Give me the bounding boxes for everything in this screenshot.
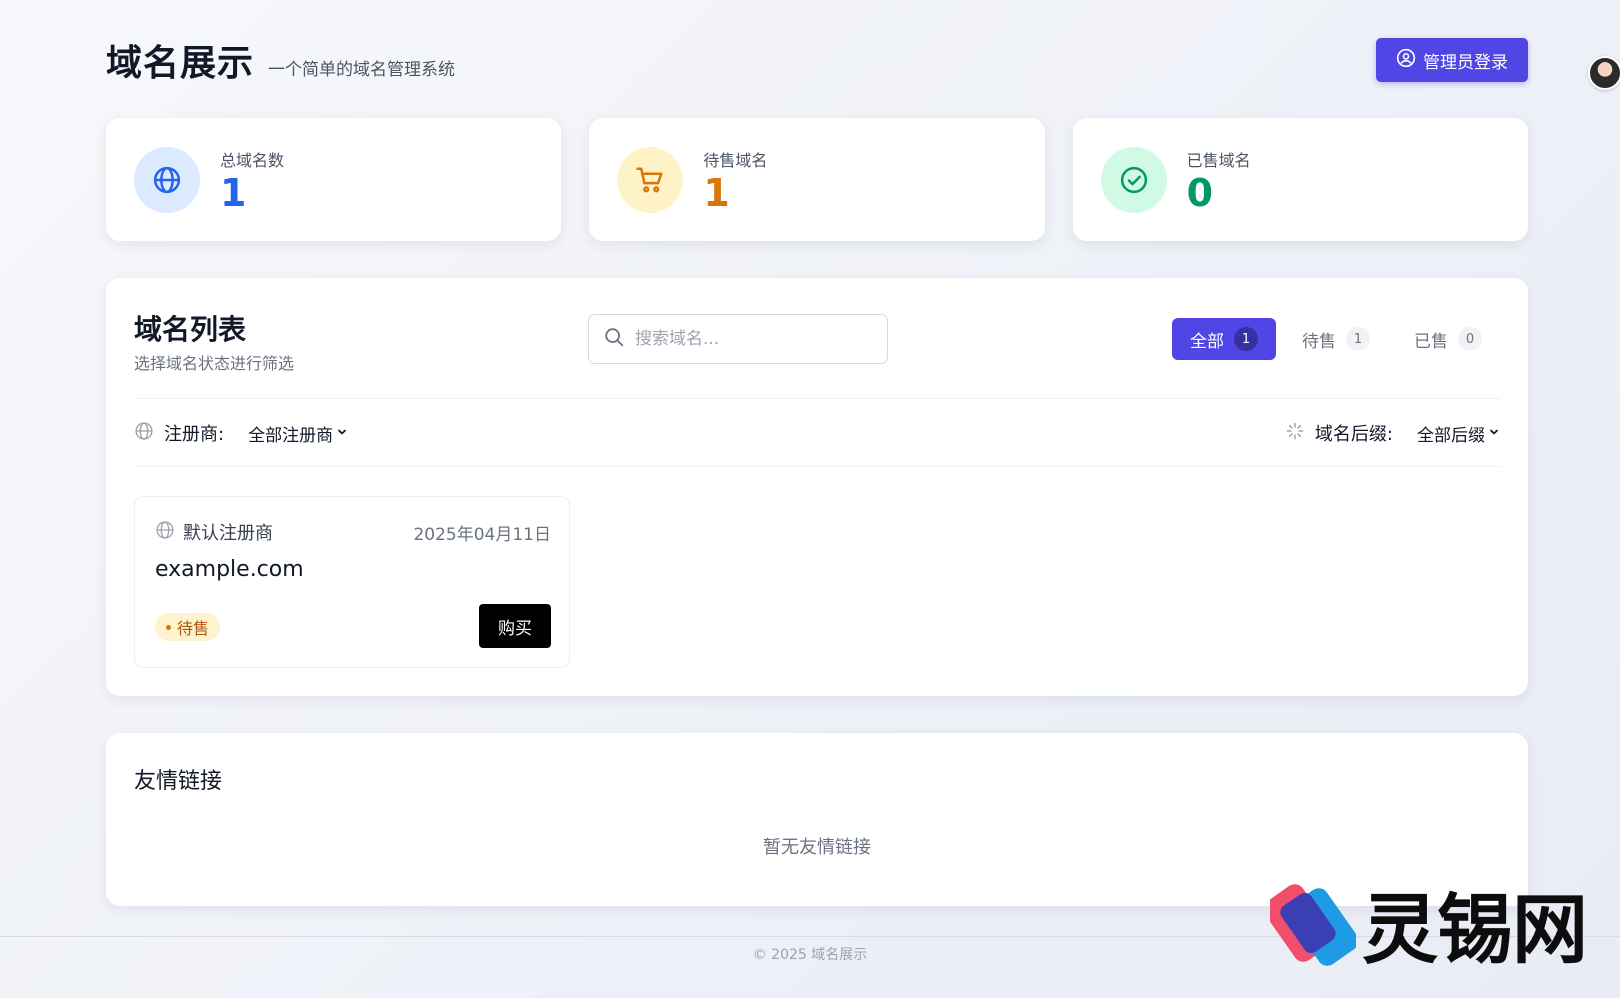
tab-pending[interactable]: 待售 1	[1284, 318, 1388, 360]
site-title: 域名展示	[106, 43, 255, 84]
globe-icon	[155, 520, 175, 545]
domain-registrar-name: 默认注册商	[183, 523, 273, 544]
globe-icon	[134, 146, 200, 213]
admin-login-button[interactable]: 管理员登录	[1376, 38, 1528, 82]
loader-icon	[1285, 421, 1305, 446]
admin-login-label: 管理员登录	[1423, 52, 1508, 73]
list-subtitle: 选择域名状态进行筛选	[134, 354, 295, 373]
stat-sold-card: 已售域名 0	[1072, 118, 1528, 241]
watermark: 灵锡网	[1270, 868, 1588, 978]
status-dot	[166, 624, 171, 630]
domain-date: 2025年04月11日	[413, 525, 551, 545]
search-box[interactable]	[588, 314, 888, 364]
check-circle-icon	[1100, 146, 1167, 213]
domain-card: 默认注册商 2025年04月11日 example.com 待售 购买	[134, 496, 570, 668]
tab-all[interactable]: 全部 1	[1172, 318, 1276, 360]
tab-pending-count: 1	[1346, 327, 1370, 351]
divider	[134, 466, 1500, 467]
status-tabs: 全部 1 待售 1 已售 0	[1172, 318, 1500, 360]
stat-pending-card: 待售域名 1	[589, 118, 1045, 241]
header: 域名展示 一个简单的域名管理系统 管理员登录	[106, 36, 1528, 84]
friend-links-empty: 暂无友情链接	[763, 837, 871, 858]
site-subtitle: 一个简单的域名管理系统	[268, 60, 456, 80]
divider	[134, 398, 1500, 399]
suffix-select-value: 全部后缀	[1417, 425, 1485, 446]
friend-links-title: 友情链接	[134, 769, 223, 794]
domain-name: example.com	[155, 557, 304, 582]
buy-button[interactable]: 购买	[479, 604, 551, 648]
domain-registrar: 默认注册商	[155, 519, 273, 545]
stat-pending-value: 1	[703, 170, 730, 215]
registrar-select[interactable]: 全部注册商	[248, 421, 348, 446]
list-title: 域名列表	[134, 313, 247, 346]
search-input[interactable]	[635, 329, 875, 349]
cart-icon	[617, 146, 684, 213]
suffix-filter: 域名后缀: 全部后缀	[1285, 420, 1500, 446]
stat-total-value: 1	[220, 170, 247, 215]
stat-pending-label: 待售域名	[703, 150, 768, 170]
domain-list-panel: 域名列表 选择域名状态进行筛选 全部 1 待售 1 已售 0	[106, 278, 1528, 696]
chevron-down-icon	[1488, 423, 1500, 443]
tab-all-label: 全部	[1190, 331, 1224, 352]
registrar-filter-label: 注册商:	[164, 424, 225, 445]
registrar-filter: 注册商: 全部注册商	[134, 420, 348, 446]
tab-sold-label: 已售	[1414, 331, 1448, 352]
tab-sold[interactable]: 已售 0	[1396, 318, 1500, 360]
avatar[interactable]	[1588, 56, 1620, 90]
globe-icon	[134, 421, 154, 446]
chevron-down-icon	[336, 423, 348, 443]
status-badge-label: 待售	[177, 619, 210, 638]
stat-total-label: 总域名数	[220, 150, 285, 170]
page: 域名展示 一个简单的域名管理系统 管理员登录 总域名数 1 待售域名 1 已售域…	[0, 0, 1620, 998]
suffix-select[interactable]: 全部后缀	[1417, 421, 1500, 446]
stats-row: 总域名数 1 待售域名 1 已售域名 0	[106, 118, 1528, 241]
watermark-logo-icon	[1270, 884, 1356, 966]
tab-all-count: 1	[1234, 327, 1258, 351]
search-icon	[603, 326, 625, 352]
tab-sold-count: 0	[1458, 327, 1482, 351]
brand: 域名展示 一个简单的域名管理系统	[106, 34, 455, 86]
user-circle-icon	[1396, 48, 1416, 73]
registrar-select-value: 全部注册商	[248, 425, 334, 446]
suffix-filter-label: 域名后缀:	[1314, 424, 1393, 445]
tab-pending-label: 待售	[1302, 331, 1336, 352]
watermark-text: 灵锡网	[1362, 885, 1588, 974]
status-badge: 待售	[155, 613, 221, 641]
stat-sold-value: 0	[1186, 170, 1214, 215]
stat-sold-label: 已售域名	[1186, 150, 1251, 170]
stat-total-card: 总域名数 1	[106, 118, 562, 241]
